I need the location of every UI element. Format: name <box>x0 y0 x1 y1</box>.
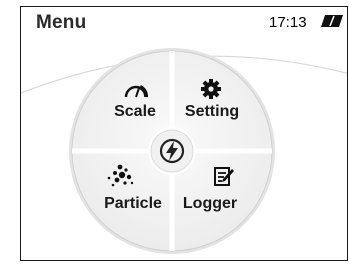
particle-button[interactable]: Particle <box>79 154 169 243</box>
scale-label: Scale <box>114 103 156 120</box>
scale-button[interactable]: Scale <box>79 59 169 148</box>
particle-label: Particle <box>104 195 162 212</box>
logger-label: Logger <box>182 195 238 212</box>
gauge-icon <box>124 85 148 98</box>
setting-label: Setting <box>184 103 240 120</box>
logger-button[interactable]: Logger <box>175 154 265 243</box>
gear-icon <box>201 79 221 99</box>
particles-icon <box>107 164 134 187</box>
setting-button[interactable]: Setting <box>175 59 265 148</box>
logger-icon <box>214 167 234 186</box>
device-screen: Menu 17:13 Scale Setting Particle Logger <box>20 6 348 261</box>
